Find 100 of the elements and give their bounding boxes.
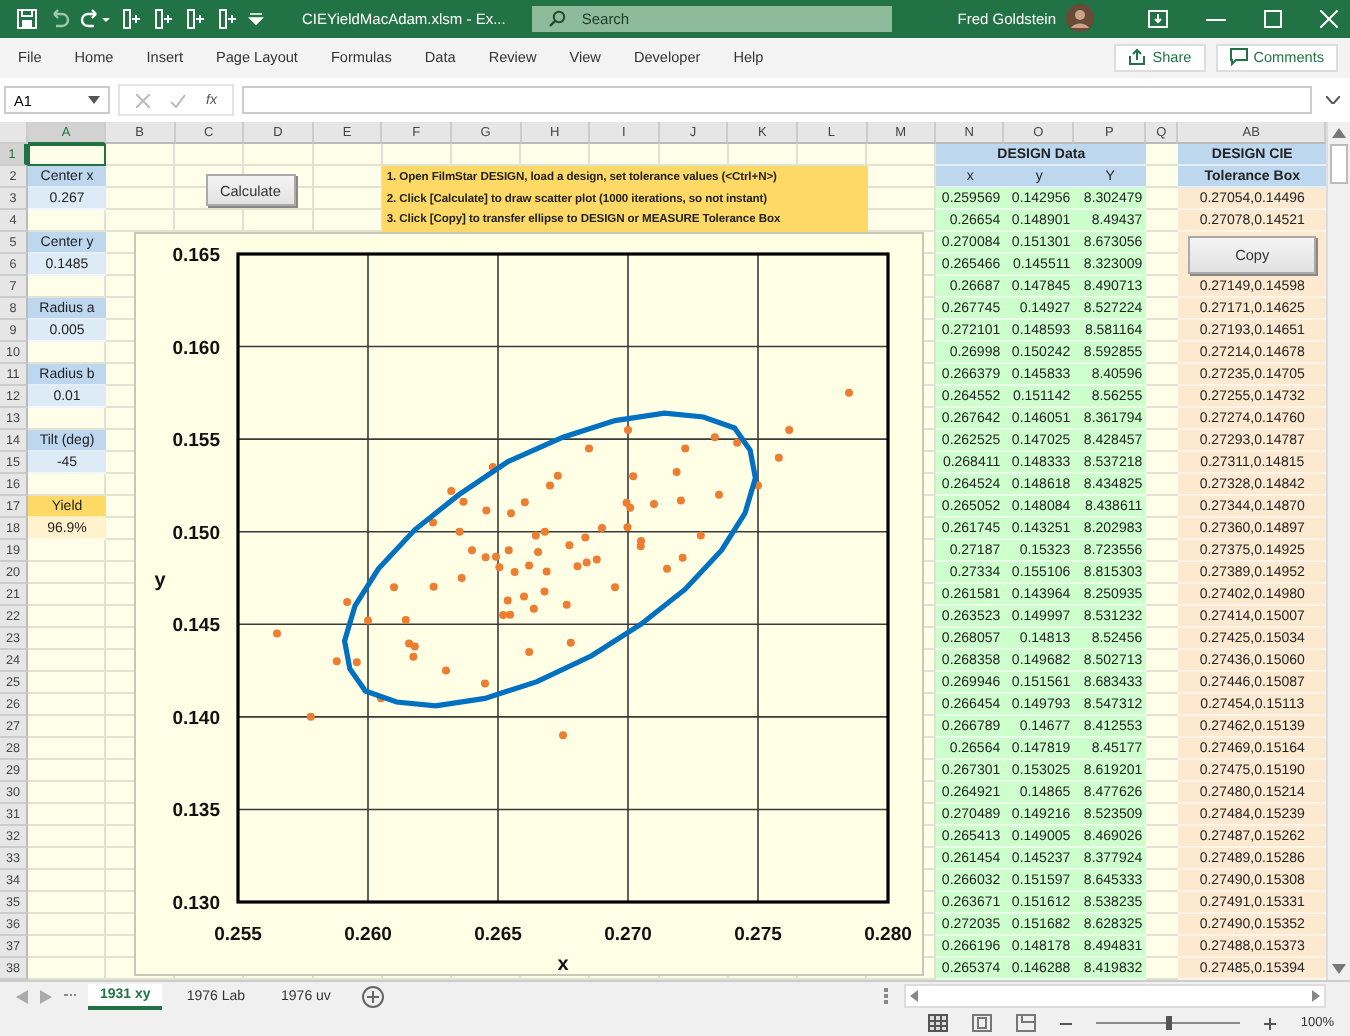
avatar-icon[interactable] — [1066, 4, 1094, 33]
share-icon — [1128, 48, 1147, 67]
scatter-chart[interactable]: 0.130 0.135 0.140 0.145 0.150 0.155 0.160 0.165 0.255 0.260 0.265 0.270 0.275 0.280 x y — [134, 232, 924, 977]
worksheet[interactable] — [0, 122, 1326, 981]
data-point — [733, 439, 742, 448]
data-point — [332, 657, 341, 666]
data-point — [455, 528, 464, 537]
axis-title: x — [557, 954, 569, 977]
data-point — [696, 532, 705, 541]
page-layout-icon[interactable] — [972, 1014, 993, 1033]
scroll-right-icon[interactable] — [1312, 990, 1320, 1003]
column-tool-icon[interactable] — [184, 7, 206, 30]
normal-view-icon[interactable] — [928, 1014, 949, 1033]
data-point — [566, 639, 575, 648]
data-point — [457, 574, 466, 583]
zoom-in-icon[interactable] — [1264, 1017, 1277, 1030]
data-point — [629, 472, 638, 481]
scroll-thumb[interactable] — [1330, 144, 1348, 185]
data-point — [624, 426, 632, 435]
data-point — [529, 605, 538, 614]
column-tool-icon[interactable] — [120, 7, 142, 30]
data-point — [390, 583, 398, 592]
axis-tick-label: 0.265 — [474, 924, 522, 947]
selected-cell — [28, 144, 106, 167]
data-point — [845, 389, 853, 398]
axis-title: y — [154, 570, 166, 593]
data-point — [429, 519, 437, 528]
axis-tick-label: 0.280 — [864, 924, 912, 947]
data-point — [710, 433, 719, 442]
data-point — [429, 583, 438, 592]
axis-tick-label: 0.160 — [172, 338, 220, 361]
data-point — [510, 568, 519, 577]
maximize-icon[interactable] — [1264, 9, 1282, 28]
data-point — [542, 568, 551, 577]
scroll-up-icon[interactable] — [1332, 128, 1346, 139]
data-point — [525, 648, 534, 657]
split-handle-icon[interactable] — [884, 988, 892, 1005]
save-icon[interactable] — [16, 7, 38, 30]
vertical-scrollbar[interactable] — [1326, 122, 1350, 981]
more-sheets-icon[interactable] — [64, 994, 76, 999]
data-point — [525, 562, 534, 571]
data-point — [507, 509, 515, 518]
data-point — [585, 445, 593, 454]
data-point — [676, 497, 685, 506]
axis-tick-label: 0.145 — [172, 615, 220, 638]
column-tool-icon[interactable] — [152, 7, 174, 30]
slider-thumb[interactable] — [1165, 1016, 1172, 1031]
data-point — [681, 445, 690, 454]
data-point — [611, 583, 619, 592]
close-icon[interactable] — [1320, 9, 1338, 28]
zoom-out-icon[interactable] — [1060, 1017, 1073, 1030]
expand-caret-icon[interactable] — [1326, 96, 1340, 105]
data-point — [488, 463, 497, 472]
add-sheet-icon[interactable] — [362, 985, 385, 1008]
page-break-icon[interactable] — [1016, 1014, 1037, 1033]
data-point — [503, 597, 512, 606]
axis-tick-label: 0.130 — [172, 893, 220, 916]
data-point — [343, 598, 352, 607]
check-icon[interactable] — [170, 93, 186, 108]
data-point — [663, 565, 671, 574]
data-point — [352, 658, 361, 667]
search-icon — [547, 9, 566, 28]
data-point — [534, 548, 543, 557]
data-point — [581, 534, 590, 543]
redo-icon[interactable] — [80, 7, 110, 30]
data-point — [468, 546, 476, 555]
undo-icon[interactable] — [48, 7, 70, 30]
axis-tick-label: 0.135 — [172, 801, 220, 824]
column-tool-icon[interactable] — [216, 7, 238, 30]
formula-input[interactable] — [242, 86, 1312, 115]
ribbon-display-icon[interactable] — [1148, 9, 1168, 28]
data-point — [562, 601, 571, 610]
data-point — [785, 426, 794, 435]
scroll-left-icon[interactable] — [910, 990, 918, 1003]
axis-tick-label: 0.150 — [172, 523, 220, 546]
data-point — [650, 500, 658, 509]
caret-icon — [88, 96, 100, 105]
data-point — [306, 713, 315, 722]
axis-tick-label: 0.260 — [344, 924, 392, 947]
data-point — [598, 524, 606, 533]
axis-tick-label: 0.140 — [172, 708, 220, 731]
customize-caret-icon[interactable] — [248, 10, 264, 27]
data-point — [459, 498, 468, 507]
data-point — [273, 630, 281, 639]
comment-icon — [1229, 48, 1248, 67]
data-point — [364, 617, 372, 626]
data-point — [482, 507, 491, 516]
data-point — [442, 667, 450, 676]
data-point — [520, 593, 528, 602]
data-point — [565, 541, 574, 550]
axis-tick-label: 0.165 — [172, 245, 220, 268]
data-point — [401, 616, 410, 625]
axis-tick-label: 0.155 — [172, 430, 220, 453]
axis-tick-label: 0.255 — [214, 924, 262, 947]
horizontal-scrollbar[interactable] — [904, 984, 1326, 1009]
scroll-down-icon[interactable] — [1332, 964, 1346, 975]
data-point — [377, 695, 385, 703]
axis-tick-label: 0.270 — [604, 924, 652, 947]
axis-tick-label: 0.275 — [734, 924, 782, 947]
data-point — [774, 454, 783, 463]
